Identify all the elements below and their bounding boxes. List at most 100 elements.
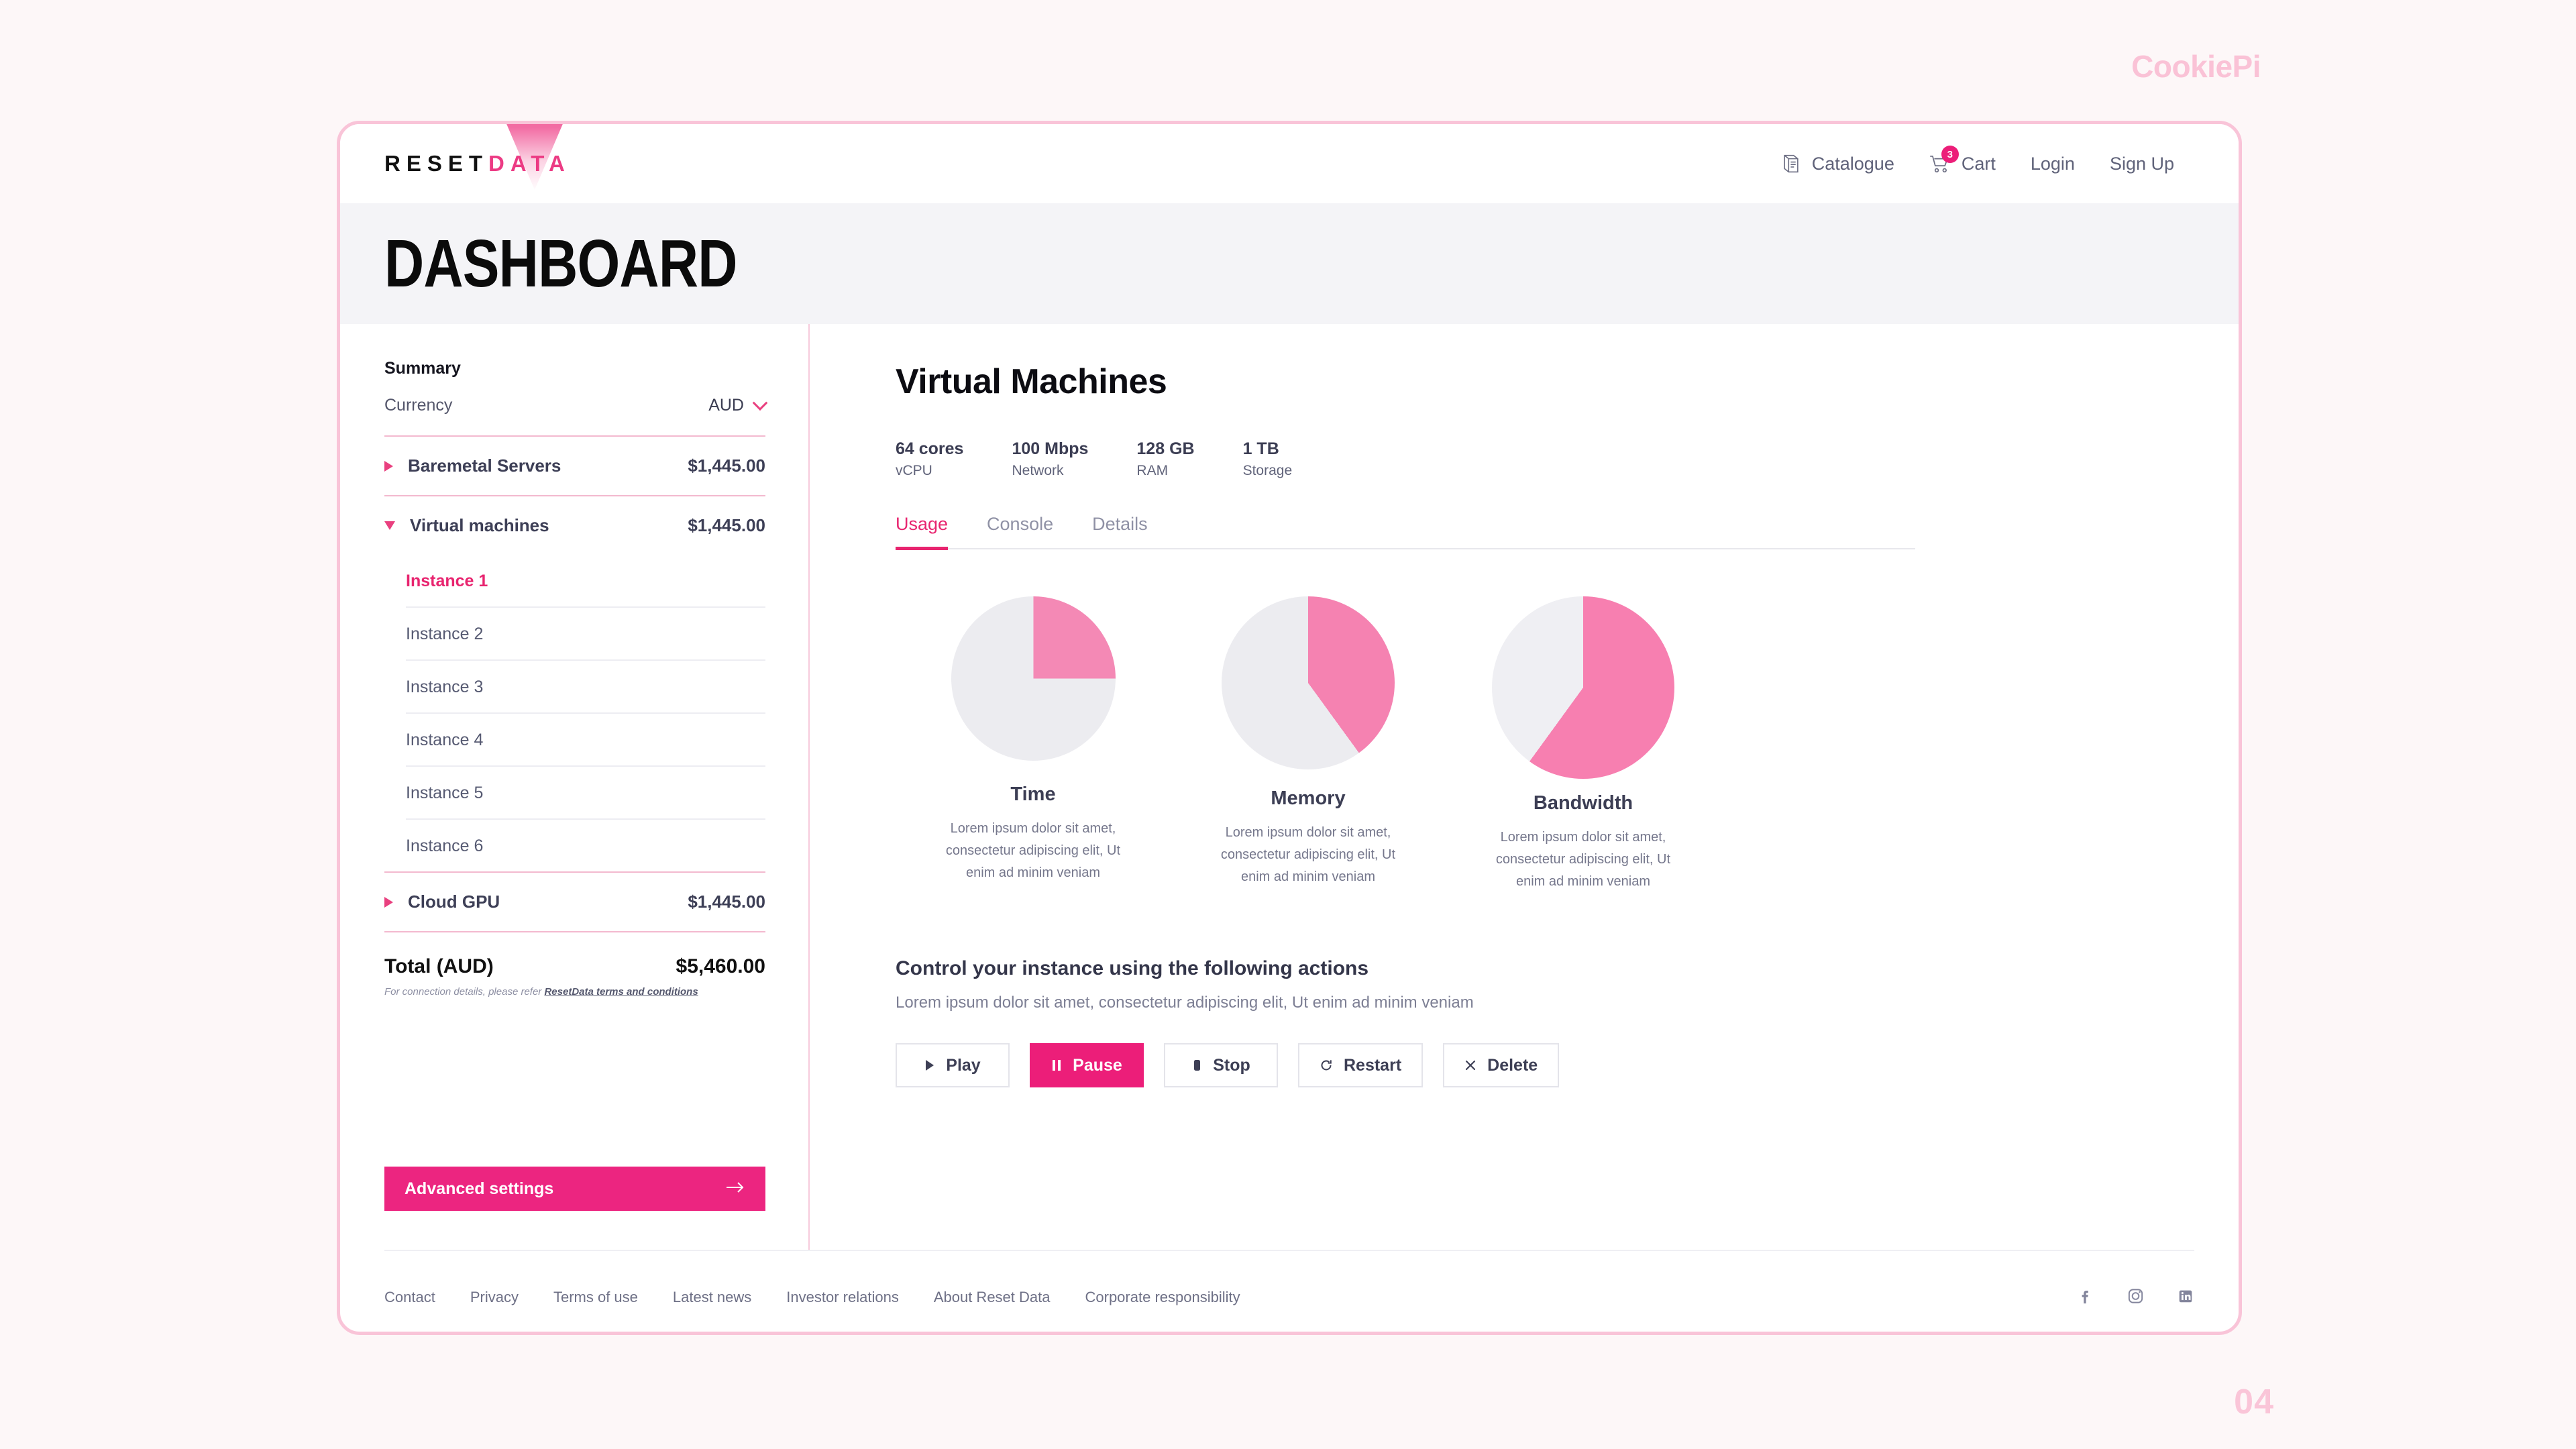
pause-label: Pause [1073, 1055, 1122, 1075]
footer: Contact Privacy Terms of use Latest news… [384, 1250, 2194, 1332]
page-number: 04 [2234, 1383, 2274, 1421]
tab-console[interactable]: Console [987, 514, 1053, 548]
spec-value: 64 cores [896, 439, 964, 458]
brand-watermark: CookiePi [2131, 49, 2261, 84]
footer-link-contact[interactable]: Contact [384, 1289, 435, 1306]
section-title: Virtual Machines [896, 362, 1167, 401]
tab-details[interactable]: Details [1092, 514, 1148, 548]
actions-subtitle: Lorem ipsum dolor sit amet, consectetur … [896, 994, 1474, 1012]
instance-list: Instance 1 Instance 2 Instance 3 Instanc… [384, 555, 765, 871]
group-price: $1,445.00 [688, 455, 765, 476]
arrow-right-icon [725, 1179, 745, 1199]
list-item-instance-2[interactable]: Instance 2 [406, 608, 765, 661]
caret-right-icon [384, 460, 393, 472]
spec-summary: 64 cores vCPU 100 Mbps Network 128 GB RA… [896, 439, 2189, 479]
group-price: $1,445.00 [688, 892, 765, 912]
chart-title: Time [1010, 784, 1056, 805]
play-button[interactable]: Play [896, 1043, 1010, 1087]
advanced-settings-label: Advanced settings [405, 1179, 554, 1198]
spec-network: 100 Mbps Network [1012, 439, 1088, 479]
instagram-icon[interactable] [2127, 1287, 2145, 1309]
pie-chart-memory [1222, 596, 1395, 769]
group-label: Baremetal Servers [408, 455, 561, 476]
footer-link-terms-of-use[interactable]: Terms of use [553, 1289, 638, 1306]
resetdata-logo[interactable]: RESET DATA [384, 124, 578, 203]
footer-social-links [2077, 1287, 2194, 1309]
advanced-settings-button[interactable]: Advanced settings [384, 1167, 765, 1211]
chart-time: Time Lorem ipsum dolor sit amet, consect… [896, 596, 1171, 893]
facebook-icon[interactable] [2077, 1287, 2094, 1309]
app-window: RESET DATA Catalogue 3 Cart Login Sign U… [337, 121, 2242, 1335]
footer-link-privacy[interactable]: Privacy [470, 1289, 519, 1306]
nav-label-login: Login [2030, 153, 2075, 174]
footer-link-corporate-responsibility[interactable]: Corporate responsibility [1085, 1289, 1240, 1306]
spec-label: Storage [1242, 463, 1293, 478]
summary-sidebar: Summary Currency AUD Baremetal Servers $… [340, 324, 810, 1250]
linkedin-icon[interactable] [2177, 1287, 2194, 1309]
nav-label-signup: Sign Up [2109, 153, 2174, 174]
chart-memory: Memory Lorem ipsum dolor sit amet, conse… [1171, 596, 1446, 893]
nav-label-cart: Cart [1961, 153, 1996, 174]
spec-value: 128 GB [1136, 439, 1195, 458]
usage-charts: Time Lorem ipsum dolor sit amet, consect… [896, 596, 2189, 893]
total-value: $5,460.00 [676, 955, 765, 977]
footer-link-about-reset-data[interactable]: About Reset Data [934, 1289, 1051, 1306]
group-label: Virtual machines [410, 515, 549, 535]
sidebar-group-cloud-gpu[interactable]: Cloud GPU $1,445.00 [384, 873, 765, 931]
list-item-instance-6[interactable]: Instance 6 [406, 820, 765, 871]
delete-icon [1464, 1059, 1477, 1071]
spec-ram: 128 GB RAM [1136, 439, 1194, 479]
stop-button[interactable]: Stop [1164, 1043, 1278, 1087]
footer-link-investor-relations[interactable]: Investor relations [786, 1289, 899, 1306]
content-area: Summary Currency AUD Baremetal Servers $… [340, 324, 2239, 1250]
spec-vcpu: 64 cores vCPU [896, 439, 963, 479]
chart-description: Lorem ipsum dolor sit amet, consectetur … [945, 821, 1121, 880]
sidebar-group-baremetal-servers[interactable]: Baremetal Servers $1,445.00 [384, 437, 765, 495]
list-item-instance-3[interactable]: Instance 3 [406, 661, 765, 714]
footer-link-latest-news[interactable]: Latest news [673, 1289, 751, 1306]
spec-value: 1 TB [1242, 439, 1279, 458]
footer-links: Contact Privacy Terms of use Latest news… [384, 1289, 1240, 1306]
top-navigation: RESET DATA Catalogue 3 Cart Login Sign U… [340, 124, 2239, 203]
delete-label: Delete [1487, 1055, 1538, 1075]
list-item-instance-4[interactable]: Instance 4 [406, 714, 765, 767]
terms-and-conditions-link[interactable]: ResetData terms and conditions [544, 986, 698, 998]
group-label: Cloud GPU [408, 892, 500, 912]
chart-bandwidth: Bandwidth Lorem ipsum dolor sit amet, co… [1446, 596, 1721, 893]
hero-band: DASHBOARD [340, 203, 2239, 324]
tab-usage[interactable]: Usage [896, 514, 949, 550]
terms-note-text: For connection details, please refer [384, 986, 545, 998]
sidebar-group-virtual-machines[interactable]: Virtual machines $1,445.00 [384, 496, 765, 555]
spec-label: vCPU [896, 463, 932, 478]
play-label: Play [946, 1055, 981, 1075]
catalogue-icon [1781, 153, 1801, 174]
logo-text-primary: RESET [384, 151, 489, 176]
nav-item-catalogue[interactable]: Catalogue [1781, 153, 1894, 174]
list-item-instance-5[interactable]: Instance 5 [406, 767, 765, 820]
page-root: CookiePi 04 RESET DATA Catalogue 3 Cart … [0, 0, 2576, 1449]
nav-item-signup[interactable]: Sign Up [2110, 154, 2174, 174]
nav-item-login[interactable]: Login [2031, 154, 2075, 174]
spec-value: 100 Mbps [1012, 439, 1089, 458]
chart-title: Bandwidth [1533, 792, 1633, 814]
chart-description: Lorem ipsum dolor sit amet, consectetur … [1495, 830, 1671, 889]
list-item-instance-1[interactable]: Instance 1 [406, 555, 765, 608]
tab-bar: Usage Console Details [896, 514, 1915, 550]
actions-heading: Control your instance using the followin… [896, 957, 1369, 979]
page-title: DASHBOARD [384, 225, 737, 301]
pause-button[interactable]: Pause [1030, 1043, 1144, 1087]
nav-item-cart[interactable]: 3 Cart [1929, 146, 1996, 174]
summary-heading: Summary [384, 359, 461, 378]
total-label: Total (AUD) [384, 955, 494, 977]
play-icon [924, 1059, 935, 1071]
caret-down-icon [384, 521, 395, 530]
currency-value: AUD [708, 396, 744, 415]
restart-icon [1320, 1059, 1333, 1072]
delete-button[interactable]: Delete [1443, 1043, 1560, 1087]
cart-badge: 3 [1941, 146, 1959, 163]
restart-button[interactable]: Restart [1298, 1043, 1424, 1087]
cart-icon: 3 [1929, 146, 1959, 174]
spec-label: Network [1012, 463, 1064, 478]
restart-label: Restart [1344, 1055, 1402, 1075]
currency-selector[interactable]: Currency AUD [384, 394, 768, 435]
